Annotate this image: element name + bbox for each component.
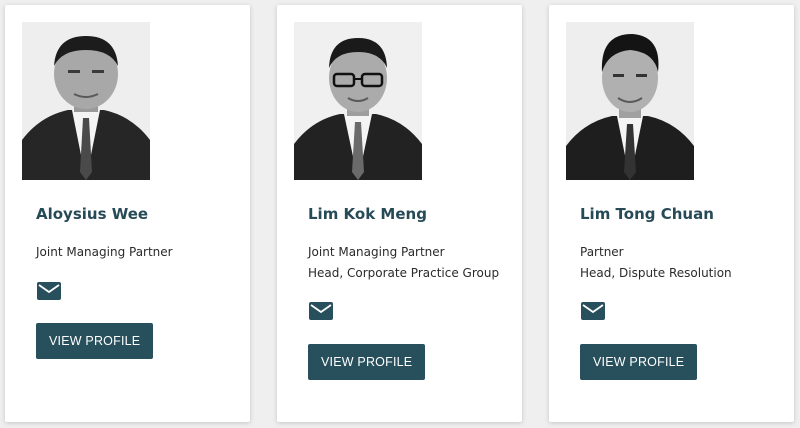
person-role: Head, Corporate Practice Group	[308, 266, 500, 280]
view-profile-button[interactable]: VIEW PROFILE	[580, 344, 698, 380]
person-photo[interactable]	[566, 22, 694, 180]
person-card: Lim Tong Chuan Partner Head, Dispute Res…	[549, 5, 794, 422]
person-photo[interactable]	[294, 22, 422, 180]
portrait-image	[22, 22, 150, 180]
person-role: Partner	[580, 245, 624, 259]
person-role: Head, Dispute Resolution	[580, 266, 732, 280]
people-grid: Aloysius Wee Joint Managing Partner VIEW…	[0, 0, 800, 428]
person-roles: Partner Head, Dispute Resolution	[580, 242, 732, 284]
person-role: Joint Managing Partner	[36, 245, 173, 259]
person-roles: Joint Managing Partner	[36, 242, 173, 263]
person-name: Lim Kok Meng	[308, 205, 427, 223]
person-role: Joint Managing Partner	[308, 245, 445, 259]
person-roles: Joint Managing Partner Head, Corporate P…	[308, 242, 499, 284]
envelope-icon[interactable]	[309, 301, 333, 321]
person-photo[interactable]	[22, 22, 150, 180]
view-profile-button[interactable]: VIEW PROFILE	[36, 323, 154, 359]
person-card: Aloysius Wee Joint Managing Partner VIEW…	[5, 5, 250, 422]
envelope-icon[interactable]	[581, 301, 605, 321]
portrait-image	[294, 22, 422, 180]
person-name: Aloysius Wee	[36, 205, 149, 223]
person-card: Lim Kok Meng Joint Managing Partner Head…	[277, 5, 522, 422]
portrait-image	[566, 22, 694, 180]
person-name: Lim Tong Chuan	[580, 205, 714, 223]
envelope-icon[interactable]	[37, 281, 61, 301]
view-profile-button[interactable]: VIEW PROFILE	[308, 344, 426, 380]
